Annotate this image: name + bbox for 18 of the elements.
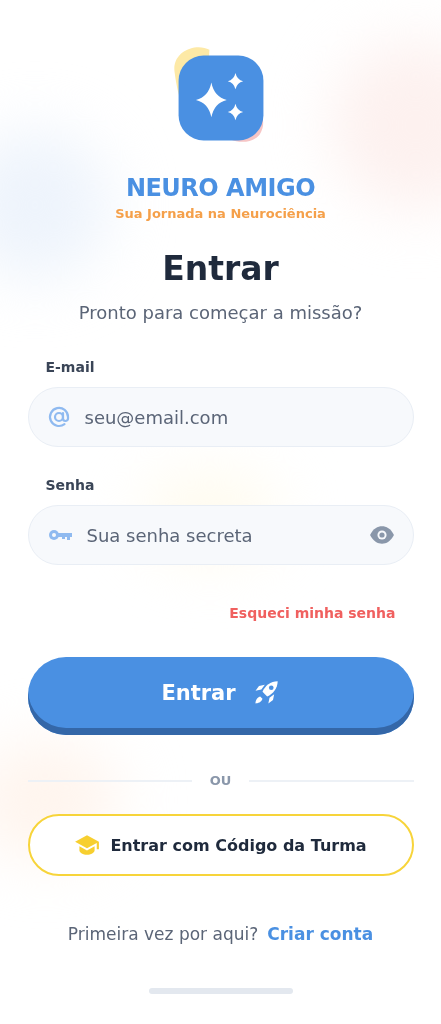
tagline: Sua Jornada na Neurociência xyxy=(115,206,326,221)
email-input[interactable]: seu@email.com xyxy=(84,406,395,428)
field-label: E-mail xyxy=(45,359,96,375)
field-label: Senha xyxy=(45,477,96,493)
subtitle: Pronto para começar a missão? xyxy=(78,302,363,323)
signup-prompt: Primeira vez por aqui? xyxy=(67,924,259,944)
password-input[interactable]: Sua senha secreta xyxy=(86,524,369,546)
home-indicator[interactable] xyxy=(148,988,293,994)
app-name: NEURO AMIGO xyxy=(125,174,316,202)
create-account-link[interactable]: Criar conta xyxy=(267,924,374,944)
divider-text: OU xyxy=(209,773,232,788)
page-title: Entrar xyxy=(162,249,279,288)
password-field[interactable]: Sua senha secreta xyxy=(27,505,414,565)
at-sign-icon xyxy=(46,405,71,429)
email-field[interactable]: seu@email.com xyxy=(27,387,414,447)
forgot-password-link[interactable]: Esqueci minha senha xyxy=(229,605,396,621)
sign-in-button[interactable]: Entrar xyxy=(27,657,414,735)
class-code-button[interactable]: Entrar com Código da Turma xyxy=(27,814,414,876)
